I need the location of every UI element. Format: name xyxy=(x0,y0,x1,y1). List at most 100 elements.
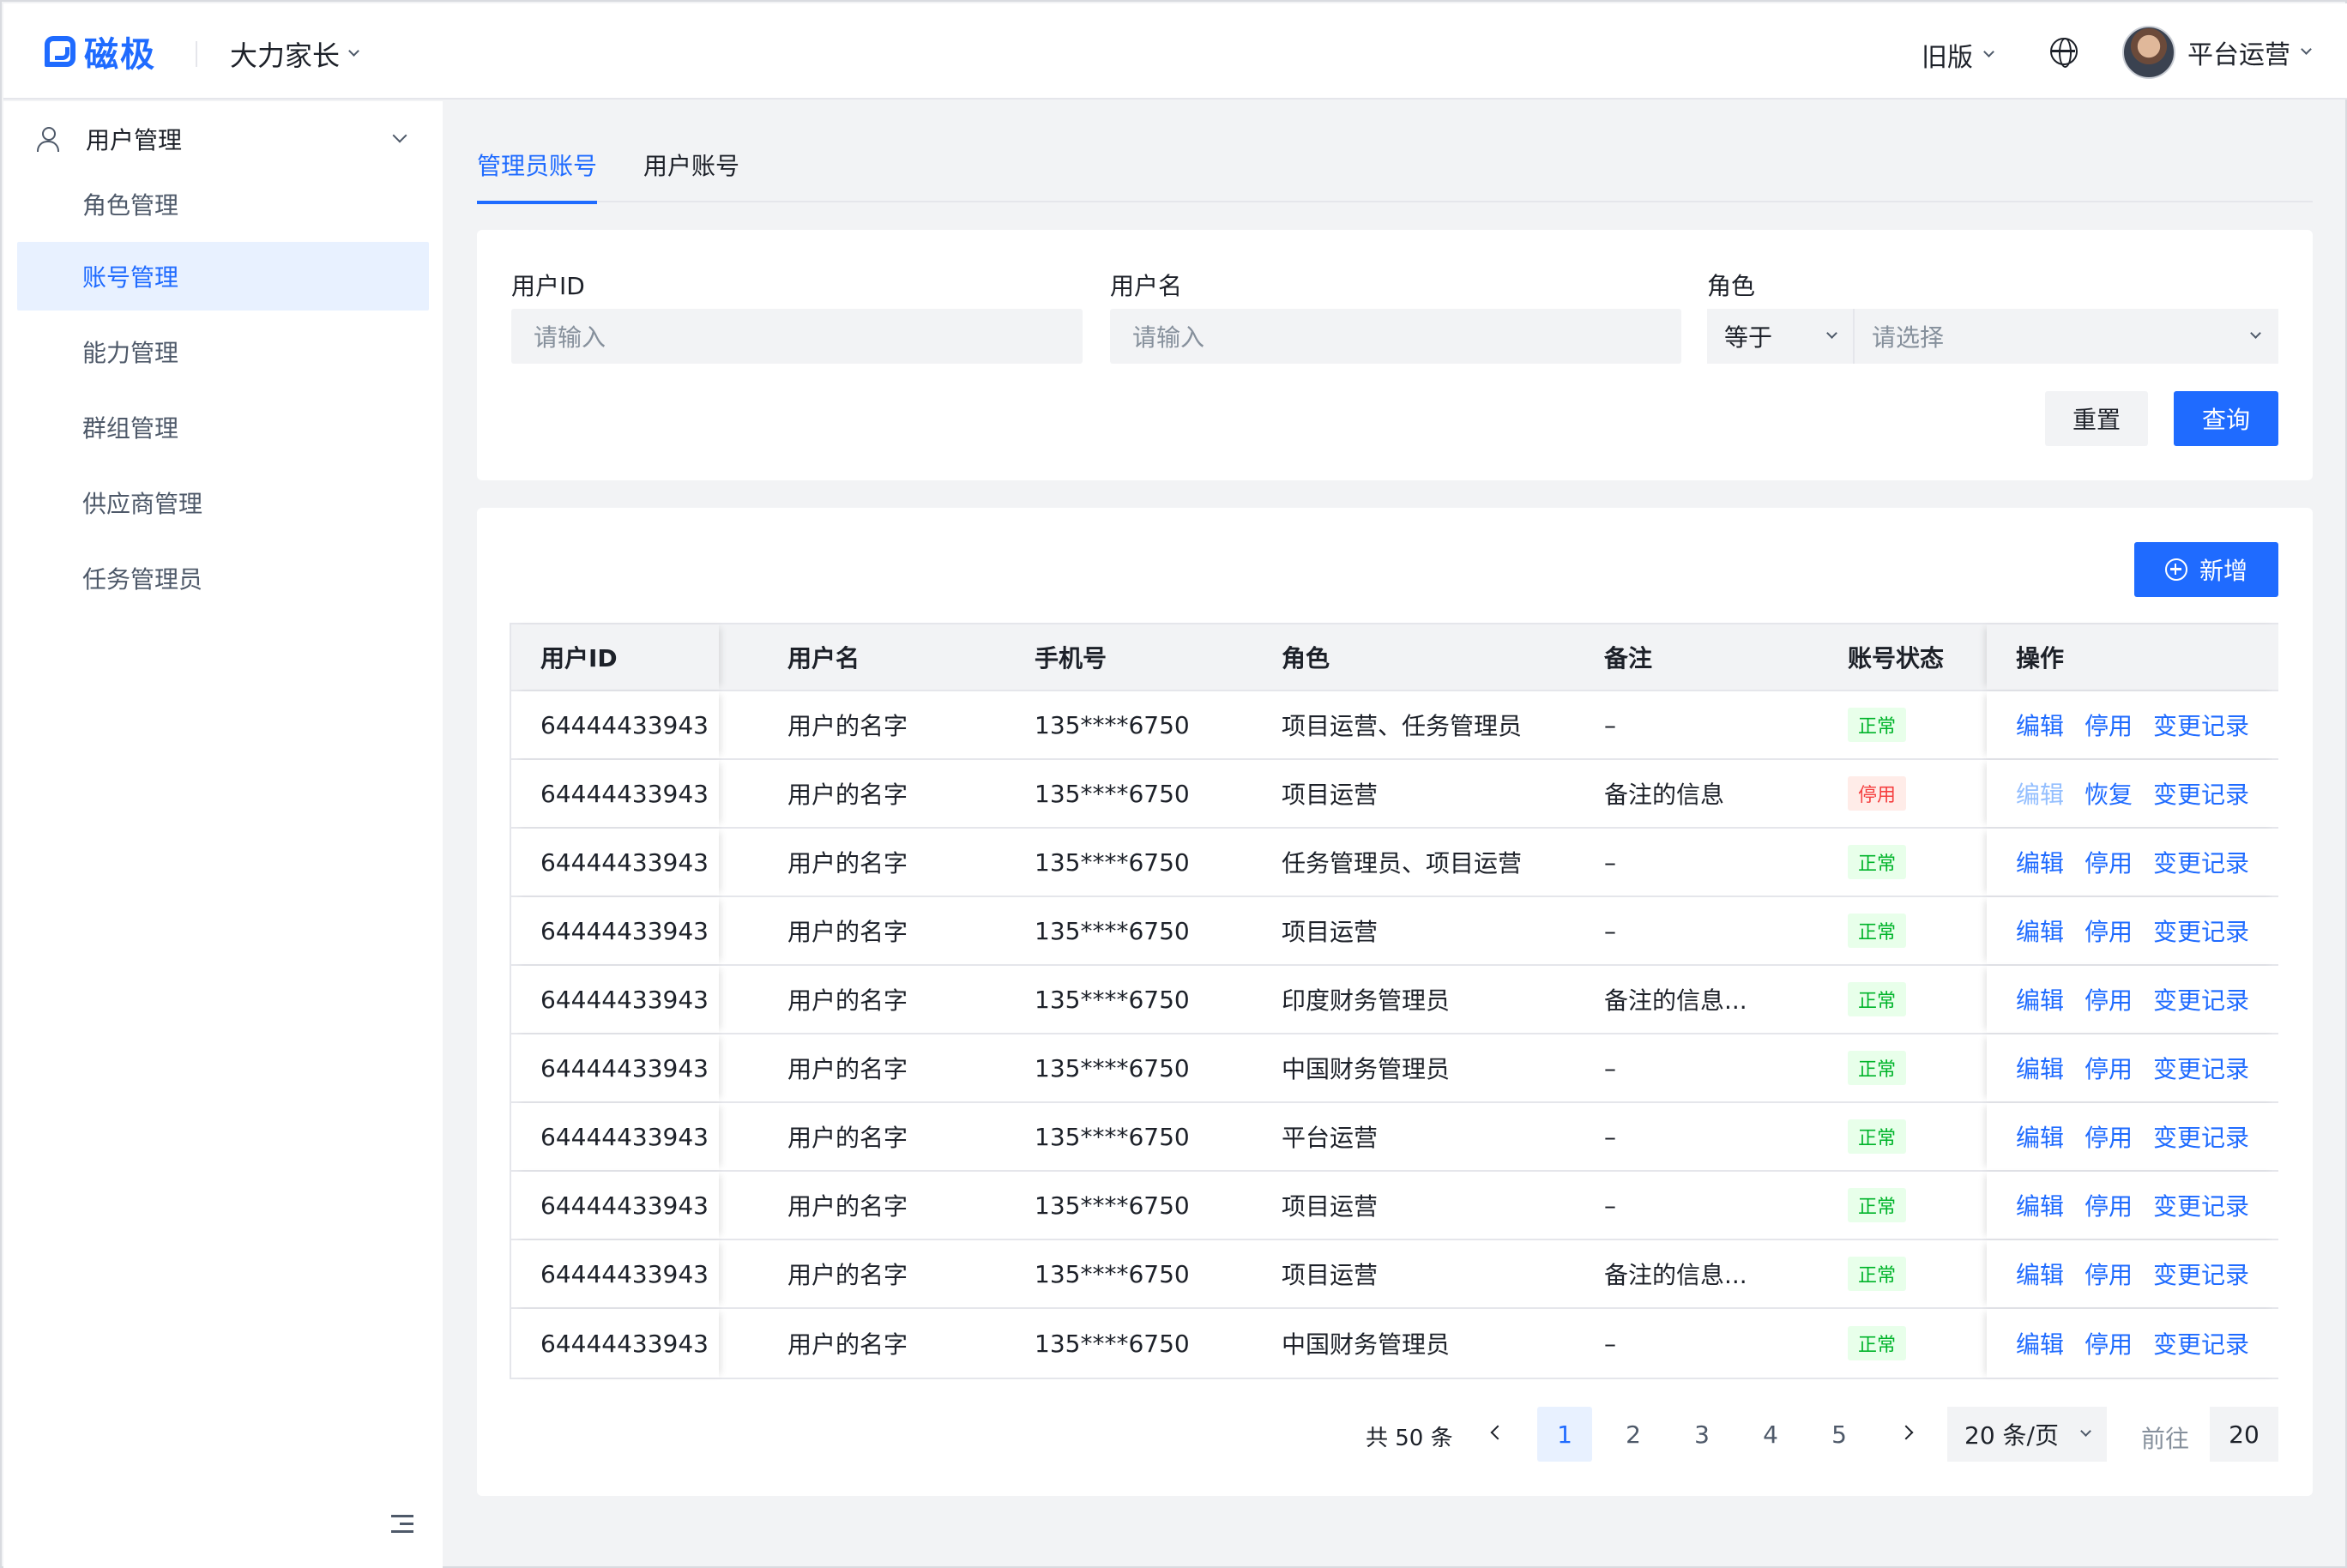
status-badge: 正常 xyxy=(1848,1257,1907,1291)
username-input[interactable]: 请输入 xyxy=(1110,309,1681,364)
old-version-dropdown[interactable]: 旧版 xyxy=(1922,36,1994,74)
cell-user-id: 64444433943 xyxy=(511,1034,719,1101)
edit-link[interactable]: 编辑 xyxy=(2016,1119,2064,1154)
query-button[interactable]: 查询 xyxy=(2174,391,2278,446)
sidebar: 用户管理 角色管理 账号管理 能力管理 群组管理 供应商管理 任务管理员 xyxy=(3,101,443,1568)
goto-page-input[interactable]: 20 xyxy=(2210,1407,2278,1462)
sidebar-item-groups[interactable]: 群组管理 xyxy=(17,393,429,461)
change-log-link[interactable]: 变更记录 xyxy=(2153,914,2249,948)
page-5[interactable]: 5 xyxy=(1812,1407,1867,1462)
cell-status: 正常 xyxy=(1848,691,1907,758)
table-row: 64444433943 用户的名字 135****6750 项目运营 – 正常 编辑 停用 变更… xyxy=(511,1172,2278,1240)
role-select-placeholder: 请选择 xyxy=(1872,323,1945,352)
table-row: 64444433943 用户的名字 135****6750 项目运营、任务管理员 – 正常… xyxy=(511,691,2278,760)
change-log-link[interactable]: 变更记录 xyxy=(2153,1326,2249,1360)
cell-user-id: 64444433943 xyxy=(511,691,719,758)
cell-username: 用户的名字 xyxy=(787,849,908,877)
pagination-total: 共 50 条 xyxy=(1366,1426,1453,1451)
org-switcher[interactable]: 大力家长 xyxy=(230,34,359,74)
status-badge: 正常 xyxy=(1848,914,1907,948)
edit-link[interactable]: 编辑 xyxy=(2016,914,2064,948)
cell-user-id: 64444433943 xyxy=(511,897,719,964)
user-name: 平台运营 xyxy=(2187,40,2290,70)
change-log-link[interactable]: 变更记录 xyxy=(2153,776,2249,811)
cell-actions: 编辑 停用 变更记录 xyxy=(1987,1034,2278,1101)
cell-user-id: 64444433943 xyxy=(511,1309,719,1378)
cell-status: 正常 xyxy=(1848,1240,1907,1307)
role-label: 角色 xyxy=(1707,272,1756,300)
page-3[interactable]: 3 xyxy=(1674,1407,1729,1462)
change-log-link[interactable]: 变更记录 xyxy=(2153,1188,2249,1222)
page-4[interactable]: 4 xyxy=(1743,1407,1798,1462)
column-header-actions: 操作 xyxy=(1987,624,2278,690)
disable-link[interactable]: 停用 xyxy=(2085,914,2133,948)
disable-link[interactable]: 停用 xyxy=(2085,1119,2133,1154)
disable-link[interactable]: 停用 xyxy=(2085,1326,2133,1360)
change-log-link[interactable]: 变更记录 xyxy=(2153,982,2249,1016)
cell-user-id: 64444433943 xyxy=(511,1172,719,1239)
edit-link[interactable]: 编辑 xyxy=(2016,845,2064,879)
disable-link[interactable]: 停用 xyxy=(2085,845,2133,879)
cell-actions: 编辑 停用 变更记录 xyxy=(1987,897,2278,964)
cell-status: 正常 xyxy=(1848,1034,1907,1101)
change-log-link[interactable]: 变更记录 xyxy=(2153,1257,2249,1291)
cell-phone: 135****6750 xyxy=(1035,1053,1190,1083)
sidebar-item-suppliers[interactable]: 供应商管理 xyxy=(17,468,429,537)
change-log-link[interactable]: 变更记录 xyxy=(2153,1119,2249,1154)
globe-icon[interactable] xyxy=(2050,38,2078,68)
tab-user-accounts[interactable]: 用户账号 xyxy=(643,148,739,202)
sidebar-item-roles[interactable]: 角色管理 xyxy=(17,170,429,238)
next-page-icon[interactable] xyxy=(1898,1425,1914,1440)
restore-link[interactable]: 恢复 xyxy=(2085,776,2133,811)
cell-username: 用户的名字 xyxy=(787,1192,908,1221)
edit-link[interactable]: 编辑 xyxy=(2016,1051,2064,1085)
change-log-link[interactable]: 变更记录 xyxy=(2153,845,2249,879)
role-select[interactable]: 请选择 xyxy=(1855,309,2278,364)
cell-note: – xyxy=(1604,1053,1616,1083)
prev-page-icon[interactable] xyxy=(1490,1425,1505,1440)
table-row: 64444433943 用户的名字 135****6750 中国财务管理员 – 正常 编辑停… xyxy=(511,1034,2278,1103)
disable-link[interactable]: 停用 xyxy=(2085,708,2133,742)
add-button-label: 新增 xyxy=(2199,557,2247,585)
collapse-sidebar-icon[interactable] xyxy=(391,1515,413,1534)
edit-link[interactable]: 编辑 xyxy=(2016,982,2064,1016)
cell-role: 项目运营 xyxy=(1282,1261,1379,1289)
page-size-select[interactable]: 20 条/页 xyxy=(1947,1407,2107,1462)
logo-text: 磁极 xyxy=(84,35,156,75)
disable-link[interactable]: 停用 xyxy=(2085,1051,2133,1085)
reset-button[interactable]: 重置 xyxy=(2045,391,2148,446)
status-badge: 正常 xyxy=(1848,1326,1907,1360)
disable-link[interactable]: 停用 xyxy=(2085,1188,2133,1222)
change-log-link[interactable]: 变更记录 xyxy=(2153,1051,2249,1085)
edit-link[interactable]: 编辑 xyxy=(2016,1257,2064,1291)
edit-link[interactable]: 编辑 xyxy=(2016,1188,2064,1222)
sidebar-item-accounts[interactable]: 账号管理 xyxy=(17,242,429,311)
edit-link[interactable]: 编辑 xyxy=(2016,1326,2064,1360)
cell-status: 正常 xyxy=(1848,1172,1907,1239)
add-button[interactable]: 新增 xyxy=(2134,542,2278,597)
avatar xyxy=(2122,26,2175,79)
role-operator-select[interactable]: 等于 xyxy=(1707,309,1855,364)
sidebar-item-abilities[interactable]: 能力管理 xyxy=(17,317,429,386)
tab-admin-accounts[interactable]: 管理员账号 xyxy=(477,148,598,204)
page-1[interactable]: 1 xyxy=(1537,1407,1592,1462)
cell-user-id: 64444433943 xyxy=(511,829,719,896)
top-header: 磁极 大力家长 旧版 平台运营 xyxy=(3,3,2347,100)
user-menu[interactable]: 平台运营 xyxy=(2122,26,2312,79)
chevron-down-icon xyxy=(2080,1425,2091,1437)
page-2[interactable]: 2 xyxy=(1606,1407,1661,1462)
sidebar-group-user-management[interactable]: 用户管理 xyxy=(36,120,413,158)
edit-link[interactable]: 编辑 xyxy=(2016,776,2064,811)
edit-link[interactable]: 编辑 xyxy=(2016,708,2064,742)
sidebar-item-task-admins[interactable]: 任务管理员 xyxy=(17,544,429,612)
logo[interactable]: 磁极 xyxy=(45,29,156,75)
cell-role: 印度财务管理员 xyxy=(1282,986,1451,1015)
cell-status: 正常 xyxy=(1848,1309,1907,1378)
user-id-input[interactable]: 请输入 xyxy=(511,309,1083,364)
cell-phone: 135****6750 xyxy=(1035,1259,1190,1288)
disable-link[interactable]: 停用 xyxy=(2085,982,2133,1016)
column-header-phone: 手机号 xyxy=(1035,644,1107,672)
disable-link[interactable]: 停用 xyxy=(2085,1257,2133,1291)
change-log-link[interactable]: 变更记录 xyxy=(2153,708,2249,742)
column-header-username: 用户名 xyxy=(787,644,860,672)
